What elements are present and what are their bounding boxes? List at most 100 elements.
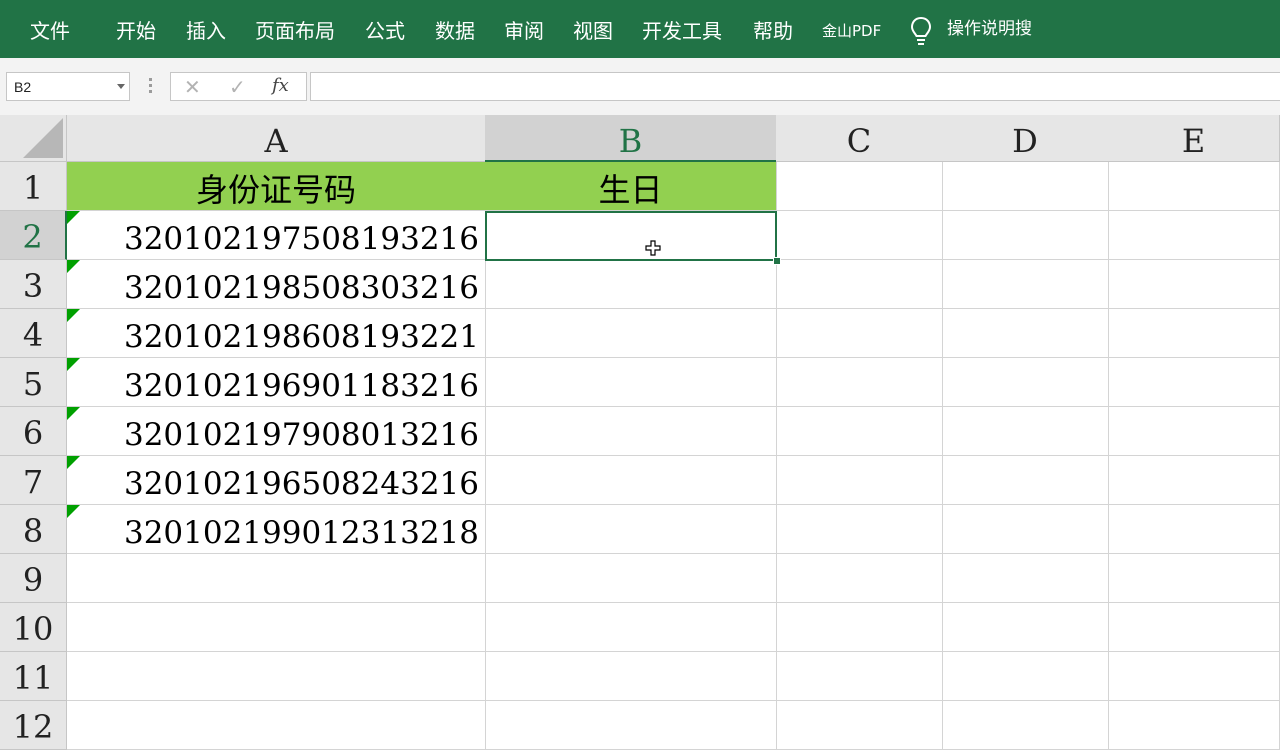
- tab-home[interactable]: 开始: [116, 0, 156, 58]
- cell-d8[interactable]: [942, 505, 1109, 554]
- row-header-11[interactable]: 11: [0, 652, 67, 701]
- drag-handle-icon[interactable]: [149, 78, 153, 94]
- active-cell-b2[interactable]: [485, 211, 777, 261]
- cell-d12[interactable]: [942, 701, 1109, 750]
- cell-c7[interactable]: [776, 456, 943, 505]
- row-header-10[interactable]: 10: [0, 603, 67, 652]
- cell-a4[interactable]: 320102198608193221: [67, 309, 486, 358]
- cell-c8[interactable]: [776, 505, 943, 554]
- cell-c9[interactable]: [776, 554, 943, 603]
- tab-review[interactable]: 审阅: [504, 0, 544, 58]
- cell-b11[interactable]: [485, 652, 777, 701]
- fill-handle[interactable]: [773, 257, 781, 265]
- row-header-2[interactable]: 2: [0, 211, 67, 260]
- cancel-icon[interactable]: ✕: [184, 75, 201, 99]
- row-header-7[interactable]: 7: [0, 456, 67, 505]
- cell-e3[interactable]: [1108, 260, 1280, 309]
- tab-data[interactable]: 数据: [435, 0, 475, 58]
- cell-a12[interactable]: [67, 701, 486, 750]
- tab-page-layout[interactable]: 页面布局: [255, 0, 335, 58]
- cell-d7[interactable]: [942, 456, 1109, 505]
- cell-a3[interactable]: 320102198508303216: [67, 260, 486, 309]
- cell-e8[interactable]: [1108, 505, 1280, 554]
- tab-help[interactable]: 帮助: [753, 0, 793, 58]
- cell-d11[interactable]: [942, 652, 1109, 701]
- cell-e5[interactable]: [1108, 358, 1280, 407]
- column-header-d[interactable]: D: [942, 115, 1109, 162]
- cell-e11[interactable]: [1108, 652, 1280, 701]
- cell-b4[interactable]: [485, 309, 777, 358]
- cell-c5[interactable]: [776, 358, 943, 407]
- tell-me-search[interactable]: 操作说明搜: [947, 0, 1032, 58]
- enter-icon[interactable]: ✓: [229, 75, 246, 99]
- cell-a7[interactable]: 320102196508243216: [67, 456, 486, 505]
- column-header-c[interactable]: C: [776, 115, 943, 162]
- row-header-5[interactable]: 5: [0, 358, 67, 407]
- name-box[interactable]: B2: [6, 72, 130, 101]
- cell-c10[interactable]: [776, 603, 943, 652]
- tab-formulas[interactable]: 公式: [365, 0, 405, 58]
- cell-b7[interactable]: [485, 456, 777, 505]
- cell-b5[interactable]: [485, 358, 777, 407]
- tab-developer[interactable]: 开发工具: [642, 0, 722, 58]
- formula-input[interactable]: [310, 72, 1280, 101]
- cell-c3[interactable]: [776, 260, 943, 309]
- chevron-down-icon[interactable]: [117, 84, 125, 89]
- column-header-e[interactable]: E: [1108, 115, 1280, 162]
- row-header-3[interactable]: 3: [0, 260, 67, 309]
- row-header-4[interactable]: 4: [0, 309, 67, 358]
- cell-b8[interactable]: [485, 505, 777, 554]
- tab-insert[interactable]: 插入: [186, 0, 226, 58]
- cell-d9[interactable]: [942, 554, 1109, 603]
- row-header-9[interactable]: 9: [0, 554, 67, 603]
- cell-e4[interactable]: [1108, 309, 1280, 358]
- formula-buttons: ✕ ✓ fx: [170, 72, 307, 101]
- cell-d4[interactable]: [942, 309, 1109, 358]
- select-all-corner[interactable]: [0, 115, 67, 162]
- cell-d10[interactable]: [942, 603, 1109, 652]
- cell-c1[interactable]: [776, 162, 943, 211]
- cell-e10[interactable]: [1108, 603, 1280, 652]
- cell-a8[interactable]: 320102199012313218: [67, 505, 486, 554]
- cell-d3[interactable]: [942, 260, 1109, 309]
- cell-c6[interactable]: [776, 407, 943, 456]
- cell-a1[interactable]: 身份证号码: [67, 162, 486, 211]
- cell-d5[interactable]: [942, 358, 1109, 407]
- row-header-6[interactable]: 6: [0, 407, 67, 456]
- cell-c4[interactable]: [776, 309, 943, 358]
- tab-file[interactable]: 文件: [30, 0, 70, 58]
- cell-b3[interactable]: [485, 260, 777, 309]
- cell-d1[interactable]: [942, 162, 1109, 211]
- cell-e12[interactable]: [1108, 701, 1280, 750]
- cell-b12[interactable]: [485, 701, 777, 750]
- row-header-1[interactable]: 1: [0, 162, 67, 211]
- cell-b1[interactable]: 生日: [485, 162, 777, 211]
- cell-b10[interactable]: [485, 603, 777, 652]
- row-header-12[interactable]: 12: [0, 701, 67, 750]
- tab-kingsoft-pdf[interactable]: 金山PDF: [822, 0, 881, 58]
- cell-a9[interactable]: [67, 554, 486, 603]
- lightbulb-icon[interactable]: [908, 16, 934, 46]
- insert-function-icon[interactable]: fx: [272, 75, 289, 96]
- cell-c11[interactable]: [776, 652, 943, 701]
- cell-d6[interactable]: [942, 407, 1109, 456]
- cell-e6[interactable]: [1108, 407, 1280, 456]
- cell-d2[interactable]: [942, 211, 1109, 260]
- tab-view[interactable]: 视图: [573, 0, 613, 58]
- cell-c2[interactable]: [776, 211, 943, 260]
- cell-a5[interactable]: 320102196901183216: [67, 358, 486, 407]
- cell-e7[interactable]: [1108, 456, 1280, 505]
- cell-a11[interactable]: [67, 652, 486, 701]
- column-header-b[interactable]: B: [485, 115, 777, 162]
- cell-e1[interactable]: [1108, 162, 1280, 211]
- cell-b6[interactable]: [485, 407, 777, 456]
- column-header-a[interactable]: A: [67, 115, 486, 162]
- cell-b9[interactable]: [485, 554, 777, 603]
- cell-a2[interactable]: 320102197508193216: [67, 211, 486, 260]
- cell-a10[interactable]: [67, 603, 486, 652]
- cell-a6[interactable]: 320102197908013216: [67, 407, 486, 456]
- row-header-8[interactable]: 8: [0, 505, 67, 554]
- cell-c12[interactable]: [776, 701, 943, 750]
- cell-e2[interactable]: [1108, 211, 1280, 260]
- cell-e9[interactable]: [1108, 554, 1280, 603]
